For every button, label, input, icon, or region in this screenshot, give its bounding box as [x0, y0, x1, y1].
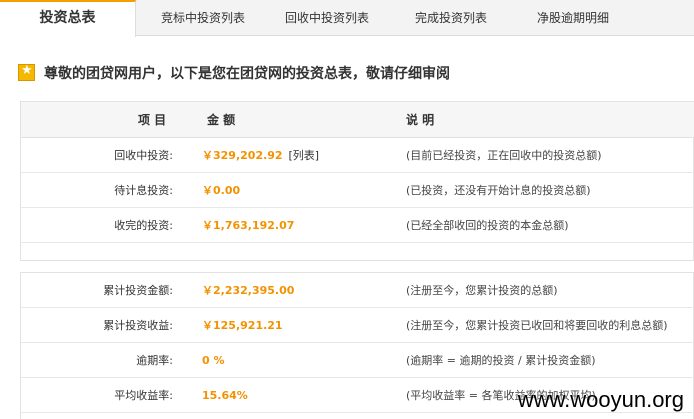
tab-investment-summary[interactable]: 投资总表	[0, 0, 136, 37]
tab-completed-investments[interactable]: 完成投资列表	[415, 0, 487, 36]
row-value: ￥329,202.92 [列表]	[202, 138, 319, 173]
table-row: 收完的投资: ￥1,763,192.07 (已经全部收回的投资的本金总额)	[21, 208, 694, 243]
table-row: 待计息投资: ￥0.00 (已投资，还没有开始计息的投资总额)	[21, 173, 694, 208]
empty-row	[21, 243, 694, 257]
row-value: 15.64%	[202, 389, 248, 402]
table-header-row: 项 目 金 额 说 明	[21, 102, 694, 138]
list-link[interactable]: [列表]	[288, 149, 319, 162]
row-note: (已经全部收回的投资的本金总额)	[406, 219, 569, 232]
row-value: 0 %	[202, 354, 225, 367]
row-note: (注册至今，您累计投资的总额)	[406, 284, 558, 297]
row-note: (注册至今，您累计投资已收回和将要回收的利息总额)	[406, 319, 668, 332]
row-label: 累计投资收益:	[103, 319, 173, 332]
row-label: 待计息投资:	[114, 184, 173, 197]
amount-text: ￥329,202.92	[202, 149, 283, 162]
star-icon	[18, 63, 35, 81]
row-label: 逾期率:	[136, 354, 173, 367]
site-watermark: www.wooyun.org	[517, 387, 684, 412]
row-label: 收完的投资:	[114, 219, 173, 232]
investment-summary-page: 投资总表 竞标中投资列表 回收中投资列表 完成投资列表 净股逾期明细 尊敬的团贷…	[0, 0, 694, 419]
row-value: ￥125,921.21	[202, 319, 283, 332]
tab-bidding-investments[interactable]: 竞标中投资列表	[161, 0, 245, 36]
row-note: (已投资，还没有开始计息的投资总额)	[406, 184, 591, 197]
item-column-header: 项 目	[138, 113, 167, 127]
tab-recovering-investments[interactable]: 回收中投资列表	[285, 0, 369, 36]
table-row: 逾期率: 0 % (逾期率 = 逾期的投资 / 累计投资金额)	[21, 343, 694, 378]
row-note: (目前已经投资，正在回收中的投资总额)	[406, 149, 602, 162]
row-value: ￥2,232,395.00	[202, 284, 295, 297]
tab-bar: 投资总表 竞标中投资列表 回收中投资列表 完成投资列表 净股逾期明细	[0, 0, 694, 37]
row-note: (逾期率 = 逾期的投资 / 累计投资金额)	[406, 354, 596, 367]
row-label: 平均收益率:	[114, 389, 173, 402]
amount-column-header: 金 额	[207, 113, 236, 127]
investment-summary-table: 项 目 金 额 说 明 回收中投资: ￥329,202.92 [列表] (目前已…	[20, 101, 694, 261]
row-value: ￥0.00	[202, 184, 241, 197]
table-row: 累计投资收益: ￥125,921.21 (注册至今，您累计投资已收回和将要回收的…	[21, 308, 694, 343]
row-label: 累计投资金额:	[103, 284, 173, 297]
note-column-header: 说 明	[406, 113, 435, 127]
tab-overdue-details[interactable]: 净股逾期明细	[537, 0, 609, 36]
page-title: 尊敬的团贷网用户，以下是您在团贷网的投资总表，敬请仔细审阅	[44, 66, 450, 82]
table-row: 累计投资金额: ￥2,232,395.00 (注册至今，您累计投资的总额)	[21, 273, 694, 308]
row-label: 回收中投资:	[114, 149, 173, 162]
table-row: 回收中投资: ￥329,202.92 [列表] (目前已经投资，正在回收中的投资…	[21, 138, 694, 173]
row-value: ￥1,763,192.07	[202, 219, 295, 232]
